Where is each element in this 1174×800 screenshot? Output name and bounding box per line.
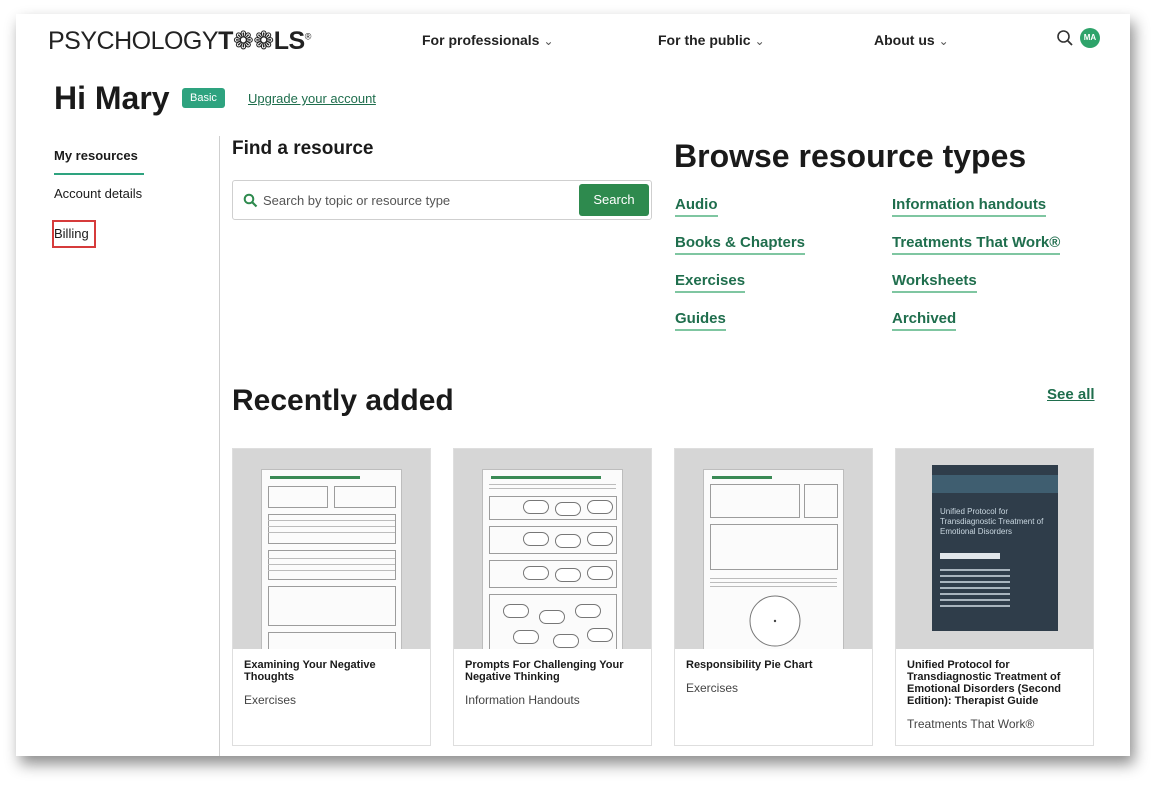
card-category: Exercises	[686, 681, 739, 695]
nav-label: About us	[874, 32, 935, 48]
browse-heading: Browse resource types	[674, 138, 1027, 174]
resource-card[interactable]: Responsibility Pie Chart Exercises	[674, 448, 873, 746]
browse-link-audio[interactable]: Audio	[675, 196, 718, 217]
logo-text-bold: T❁❁LS	[218, 27, 305, 55]
top-navigation: PSYCHOLOGYT❁❁LS® For professionals ⌄ For …	[16, 14, 1130, 70]
find-resource-heading: Find a resource	[232, 138, 374, 159]
resource-card[interactable]: Prompts For Challenging Your Negative Th…	[453, 448, 652, 746]
search-icon[interactable]	[1056, 29, 1074, 47]
site-logo[interactable]: PSYCHOLOGYT❁❁LS®	[48, 26, 311, 56]
sidebar-divider	[219, 136, 220, 756]
chevron-down-icon: ⌄	[938, 34, 949, 48]
browse-link-books-chapters[interactable]: Books & Chapters	[675, 234, 806, 255]
card-category: Treatments That Work®	[907, 717, 1035, 731]
resource-search-field[interactable]: Search by topic or resource type Search	[232, 180, 652, 220]
card-title: Unified Protocol for Transdiagnostic Tre…	[907, 659, 1062, 707]
card-title: Prompts For Challenging Your Negative Th…	[465, 659, 624, 683]
browse-link-treatments-that-work[interactable]: Treatments That Work®	[892, 234, 1061, 255]
worksheet-preview	[703, 469, 844, 649]
pie-chart-circle	[749, 595, 801, 647]
recently-added-heading: Recently added	[232, 384, 454, 417]
card-category: Information Handouts	[465, 693, 580, 707]
card-category: Exercises	[244, 693, 297, 707]
nav-label: For professionals	[422, 32, 540, 48]
worksheet-preview	[261, 469, 402, 649]
page-title: Hi Mary	[54, 80, 170, 116]
nav-for-the-public[interactable]: For the public ⌄	[658, 32, 765, 48]
logo-registered: ®	[304, 31, 312, 42]
nav-label: For the public	[658, 32, 751, 48]
browse-link-exercises[interactable]: Exercises	[675, 272, 746, 293]
resource-thumbnail: Unified Protocol for Transdiagnostic Tre…	[896, 449, 1093, 649]
browse-link-worksheets[interactable]: Worksheets	[892, 272, 977, 293]
plan-badge: Basic	[182, 88, 225, 108]
resource-thumbnail	[675, 449, 872, 649]
chevron-down-icon: ⌄	[754, 34, 765, 48]
sidebar-item-my-resources[interactable]: My resources	[54, 148, 144, 175]
upgrade-account-link[interactable]: Upgrade your account	[248, 91, 376, 106]
resource-thumbnail	[233, 449, 430, 649]
browse-link-archived[interactable]: Archived	[892, 310, 957, 331]
sidebar-item-account-details[interactable]: Account details	[54, 186, 142, 201]
book-cover-title: Unified Protocol for Transdiagnostic Tre…	[940, 507, 1044, 536]
search-placeholder: Search by topic or resource type	[263, 193, 451, 208]
nav-about-us[interactable]: About us ⌄	[874, 32, 949, 48]
browse-link-guides[interactable]: Guides	[675, 310, 726, 331]
avatar[interactable]: MA	[1080, 28, 1100, 48]
nav-for-professionals[interactable]: For professionals ⌄	[422, 32, 554, 48]
resource-thumbnail	[454, 449, 651, 649]
sidebar-item-billing[interactable]: Billing	[54, 226, 89, 241]
search-button[interactable]: Search	[579, 184, 649, 216]
card-title: Responsibility Pie Chart	[686, 659, 813, 671]
browse-link-information-handouts[interactable]: Information handouts	[892, 196, 1047, 217]
worksheet-preview	[482, 469, 623, 649]
book-cover: Unified Protocol for Transdiagnostic Tre…	[932, 465, 1058, 631]
logo-text-light: PSYCHOLOGY	[48, 27, 219, 55]
search-icon	[243, 193, 258, 208]
chevron-down-icon: ⌄	[543, 34, 554, 48]
resource-card[interactable]: Examining Your Negative Thoughts Exercis…	[232, 448, 431, 746]
browser-page: PSYCHOLOGYT❁❁LS® For professionals ⌄ For …	[16, 14, 1130, 756]
card-title: Examining Your Negative Thoughts	[244, 659, 376, 683]
resource-card[interactable]: Unified Protocol for Transdiagnostic Tre…	[895, 448, 1094, 746]
see-all-link[interactable]: See all	[1047, 386, 1095, 403]
